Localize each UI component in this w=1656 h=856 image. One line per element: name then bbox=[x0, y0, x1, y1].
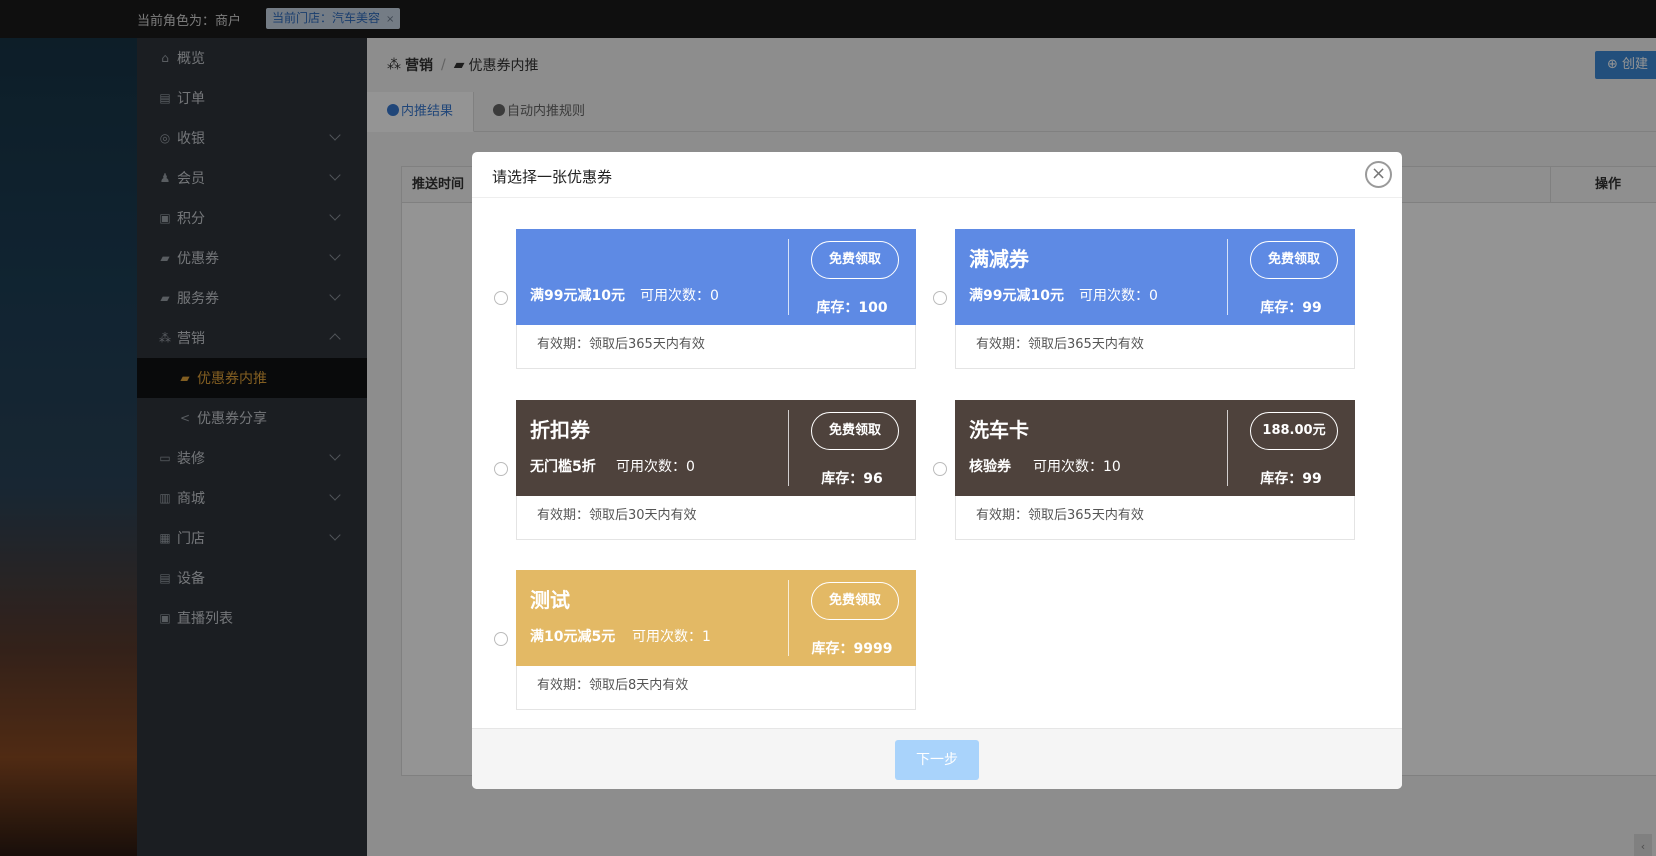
coupon-option[interactable]: 满99元减10元 可用次数：0 免费领取 库存：100 有效期：领取后365天内… bbox=[494, 229, 916, 369]
coupon-stock: 库存：96 bbox=[821, 471, 883, 487]
coupon-condition: 无门槛5折 bbox=[530, 459, 596, 475]
coupon-validity: 有效期：领取后30天内有效 bbox=[516, 496, 916, 540]
coupon-uses: 可用次数：1 bbox=[632, 629, 711, 645]
coupon-condition: 满99元减10元 bbox=[969, 288, 1064, 304]
coupon-uses: 可用次数：0 bbox=[640, 288, 719, 304]
coupon-radio[interactable] bbox=[494, 291, 508, 305]
coupon-condition: 满10元减5元 bbox=[530, 629, 616, 645]
dialog-title: 请选择一张优惠券 bbox=[492, 168, 613, 186]
coupon-validity: 有效期：领取后365天内有效 bbox=[955, 496, 1355, 540]
coupon-stock: 库存：100 bbox=[816, 300, 888, 316]
coupon-uses: 可用次数：0 bbox=[616, 459, 695, 475]
coupon-radio[interactable] bbox=[494, 632, 508, 646]
close-icon[interactable]: × bbox=[1365, 161, 1392, 188]
coupon-card: 满减券 满99元减10元 可用次数：0 免费领取 库存：99 bbox=[955, 229, 1355, 325]
coupon-validity: 有效期：领取后365天内有效 bbox=[516, 325, 916, 369]
dialog-header: 请选择一张优惠券 × bbox=[472, 152, 1402, 198]
coupon-radio[interactable] bbox=[494, 462, 508, 476]
coupon-condition: 核验券 bbox=[969, 459, 1011, 475]
coupon-option[interactable]: 洗车卡 核验券 可用次数：10 188.00元 库存：99 有效期：领取后365… bbox=[933, 400, 1355, 540]
coupon-option[interactable]: 测试 满10元减5元 可用次数：1 免费领取 库存：9999 有效期：领取后8天… bbox=[494, 570, 916, 710]
claim-button[interactable]: 免费领取 bbox=[1250, 241, 1338, 279]
coupon-title: 满减券 bbox=[969, 247, 1029, 271]
coupon-radio[interactable] bbox=[933, 462, 947, 476]
coupon-uses: 可用次数：0 bbox=[1079, 288, 1158, 304]
coupon-title: 洗车卡 bbox=[969, 418, 1029, 442]
coupon-title: 测试 bbox=[530, 588, 570, 612]
claim-button[interactable]: 免费领取 bbox=[811, 582, 899, 620]
claim-button[interactable]: 免费领取 bbox=[811, 412, 899, 450]
coupon-condition: 满99元减10元 bbox=[530, 288, 625, 304]
price-button[interactable]: 188.00元 bbox=[1250, 412, 1338, 450]
dialog-footer: 下一步 bbox=[472, 728, 1402, 789]
coupon-card: 测试 满10元减5元 可用次数：1 免费领取 库存：9999 bbox=[516, 570, 916, 666]
coupon-option[interactable]: 满减券 满99元减10元 可用次数：0 免费领取 库存：99 有效期：领取后36… bbox=[933, 229, 1355, 369]
coupon-select-dialog: 请选择一张优惠券 × 满99元减10元 可用次数：0 免费领取 库存：100 有… bbox=[472, 152, 1402, 789]
coupon-option[interactable]: 折扣券 无门槛5折 可用次数：0 免费领取 库存：96 有效期：领取后30天内有… bbox=[494, 400, 916, 540]
coupon-uses: 可用次数：10 bbox=[1033, 459, 1121, 475]
coupon-title: 折扣券 bbox=[530, 418, 590, 442]
coupon-stock: 库存：99 bbox=[1260, 471, 1322, 487]
coupon-validity: 有效期：领取后365天内有效 bbox=[955, 325, 1355, 369]
claim-button[interactable]: 免费领取 bbox=[811, 241, 899, 279]
coupon-card: 折扣券 无门槛5折 可用次数：0 免费领取 库存：96 bbox=[516, 400, 916, 496]
coupon-card: 满99元减10元 可用次数：0 免费领取 库存：100 bbox=[516, 229, 916, 325]
coupon-stock: 库存：99 bbox=[1260, 300, 1322, 316]
coupon-validity: 有效期：领取后8天内有效 bbox=[516, 666, 916, 710]
coupon-stock: 库存：9999 bbox=[811, 641, 893, 657]
coupon-radio[interactable] bbox=[933, 291, 947, 305]
coupon-card: 洗车卡 核验券 可用次数：10 188.00元 库存：99 bbox=[955, 400, 1355, 496]
next-step-button[interactable]: 下一步 bbox=[895, 740, 979, 780]
